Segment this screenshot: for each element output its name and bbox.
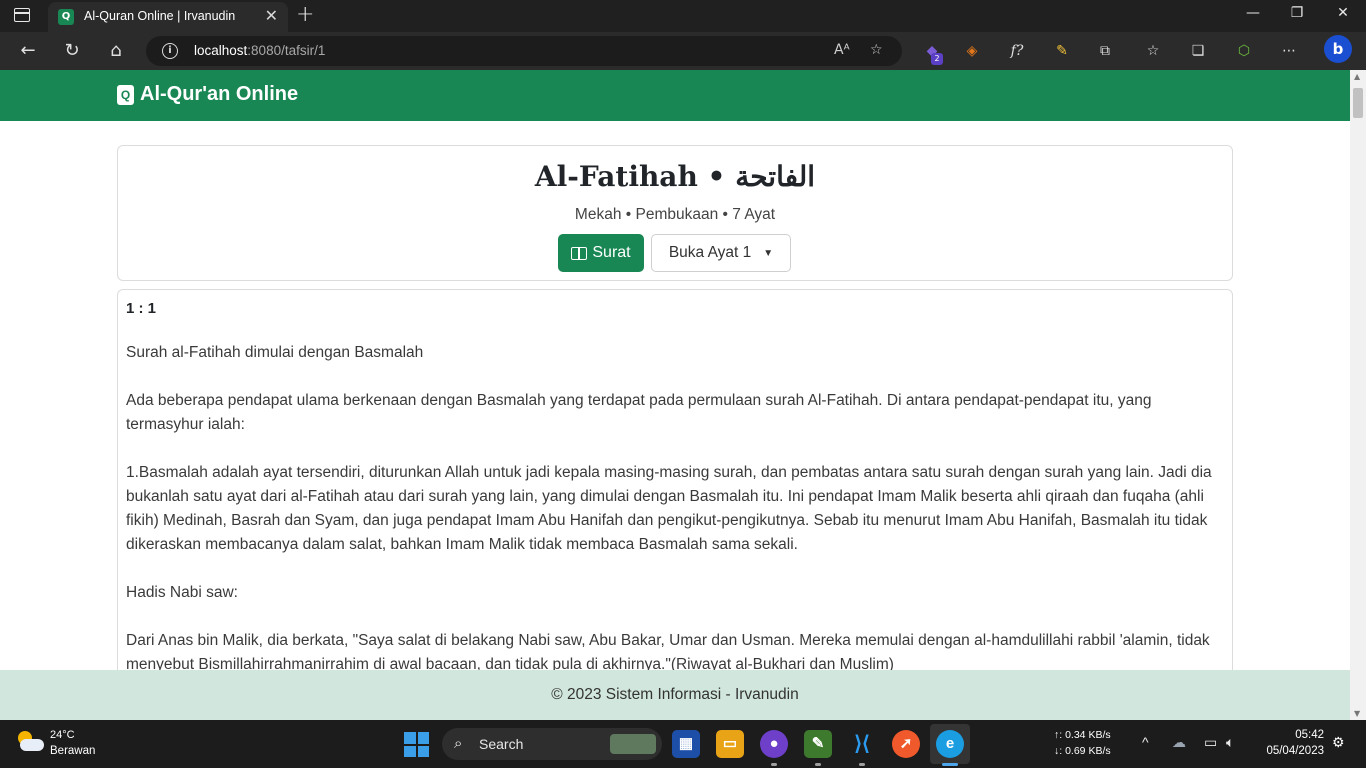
tab-actions-icon[interactable] xyxy=(14,8,30,22)
surah-header-card: Al-Fatihah • الفاتحة Mekah • Pembukaan •… xyxy=(117,145,1233,281)
edge-icon[interactable]: e xyxy=(936,730,964,758)
network-icon[interactable]: ▭ xyxy=(1204,734,1217,751)
chevron-down-icon: ▼ xyxy=(763,247,774,259)
home-icon[interactable]: ⌂ xyxy=(104,40,128,61)
postman-icon[interactable]: ➚ xyxy=(892,730,920,758)
show-hidden-icons-icon[interactable]: ^ xyxy=(1142,734,1149,750)
vscode-icon[interactable]: ⟩⟨ xyxy=(848,730,876,758)
surat-button[interactable]: Surat xyxy=(558,234,644,272)
buka-ayat-dropdown[interactable]: Buka Ayat 1 ▼ xyxy=(651,234,791,272)
active-indicator xyxy=(942,763,958,766)
file-explorer-icon[interactable]: ▭ xyxy=(716,730,744,758)
extensions-icon[interactable]: ⧉ xyxy=(1095,41,1115,61)
tab-title: Al-Quran Online | Irvanudin xyxy=(84,9,236,23)
weather-description[interactable]: Berawan xyxy=(50,745,95,757)
tafsir-paragraph: Ada beberapa pendapat ulama berkenaan de… xyxy=(126,392,1152,433)
brand-link[interactable]: Q Al-Qur'an Online xyxy=(117,83,298,106)
network-download: ↓: 0.69 KB/s xyxy=(1054,745,1111,757)
site-info-icon[interactable]: i xyxy=(162,43,178,59)
tafsir-paragraph: Surah al-Fatihah dimulai dengan Basmalah xyxy=(126,344,424,361)
windows-start-icon[interactable] xyxy=(404,732,429,757)
function-icon[interactable]: f? xyxy=(1007,41,1027,61)
refresh-icon[interactable]: ↻ xyxy=(60,40,84,61)
close-tab-icon[interactable]: ✕ xyxy=(265,6,278,25)
onedrive-cloud-icon[interactable]: ☁ xyxy=(1172,734,1186,751)
taskbar-search[interactable]: ⌕ Search xyxy=(442,728,662,760)
notepad-plus-plus-icon[interactable]: ✎ xyxy=(804,730,832,758)
surah-title: Al-Fatihah • الفاتحة xyxy=(534,160,816,193)
address-bar[interactable]: i localhost:8080/tafsir/1 A͏ᴬ ☆ xyxy=(146,36,902,66)
buka-ayat-label: Buka Ayat 1 xyxy=(668,244,752,261)
tafsir-card: 1 : 1 Surah al-Fatihah dimulai dengan Ba… xyxy=(117,289,1233,720)
tafsir-paragraph: Hadis Nabi saw: xyxy=(126,584,238,601)
running-indicator xyxy=(815,763,821,766)
notification-icon[interactable]: ⚙ xyxy=(1332,734,1345,751)
clock-date[interactable]: 05/04/2023 xyxy=(1256,745,1324,757)
ayat-reference: 1 : 1 xyxy=(126,300,157,317)
running-indicator xyxy=(771,763,777,766)
scroll-down-icon[interactable]: ▼ xyxy=(1354,709,1360,718)
quran-favicon-icon: Q xyxy=(58,9,74,25)
surat-button-label: Surat xyxy=(592,244,631,261)
page-viewport: Q Al-Qur'an Online Al-Fatihah • الفاتحة … xyxy=(0,70,1350,720)
volume-icon[interactable]: 🔈︎ xyxy=(1226,734,1234,751)
brand-text: Al-Qur'an Online xyxy=(140,83,299,105)
bing-copilot-icon[interactable]: b xyxy=(1324,35,1352,63)
network-upload: ↑: 0.34 KB/s xyxy=(1054,729,1111,741)
extension-badge: 2 xyxy=(931,53,943,65)
book-icon xyxy=(571,246,588,260)
scroll-thumb[interactable] xyxy=(1353,88,1363,118)
browser-toolbar: ← ↻ ⌂ i localhost:8080/tafsir/1 A͏ᴬ ☆ ◆ … xyxy=(0,32,1366,70)
microsoft-store-icon[interactable]: ▦ xyxy=(672,730,700,758)
close-window-icon[interactable]: ✕ xyxy=(1320,5,1366,21)
settings-more-icon[interactable]: ⋯ xyxy=(1279,41,1299,61)
browser-tab-active[interactable]: Q Al-Quran Online | Irvanudin ✕ xyxy=(48,2,288,32)
search-icon: ⌕ xyxy=(454,735,463,752)
browser-tab-bar: Q Al-Quran Online | Irvanudin ✕ + — ❐ ✕ xyxy=(0,0,1366,32)
add-favorite-icon[interactable]: ☆ xyxy=(870,42,883,58)
search-highlight-image xyxy=(610,734,656,754)
site-footer: © 2023 Sistem Informasi - Irvanudin xyxy=(0,670,1350,720)
surah-meta: Mekah • Pembukaan • 7 Ayat xyxy=(574,206,776,223)
weather-temperature[interactable]: 24°C xyxy=(50,729,75,741)
new-tab-icon[interactable]: + xyxy=(296,2,314,27)
weather-icon[interactable] xyxy=(16,730,44,754)
read-aloud-icon[interactable]: A͏ᴬ xyxy=(834,42,850,58)
node-icon[interactable]: ⬡ xyxy=(1234,41,1254,61)
windows-taskbar: 24°C Berawan ⌕ Search ▦ ▭ ● ✎ ⟩⟨ ➚ e ↑: … xyxy=(0,720,1366,768)
github-desktop-icon[interactable]: ● xyxy=(760,730,788,758)
restore-icon[interactable]: ❐ xyxy=(1274,5,1320,21)
quran-logo-icon: Q xyxy=(117,84,134,105)
color-picker-icon[interactable]: ✎ xyxy=(1052,41,1072,61)
tafsir-paragraph: 1.Basmalah adalah ayat tersendiri, ditur… xyxy=(126,464,1212,553)
page-scrollbar[interactable]: ▲ ▼ xyxy=(1350,70,1366,720)
running-indicator xyxy=(859,763,865,766)
metamask-icon[interactable]: ◈ xyxy=(962,41,982,61)
scroll-up-icon[interactable]: ▲ xyxy=(1354,72,1360,81)
url-text[interactable]: localhost:8080/tafsir/1 xyxy=(194,43,325,58)
collections-icon[interactable]: ❏ xyxy=(1188,41,1208,61)
back-icon[interactable]: ← xyxy=(16,40,40,61)
favorites-icon[interactable]: ☆ xyxy=(1143,41,1163,61)
minimize-icon[interactable]: — xyxy=(1230,5,1276,21)
clock-time[interactable]: 05:42 xyxy=(1284,729,1324,741)
search-label: Search xyxy=(479,736,524,752)
site-navbar: Q Al-Qur'an Online xyxy=(0,70,1350,121)
